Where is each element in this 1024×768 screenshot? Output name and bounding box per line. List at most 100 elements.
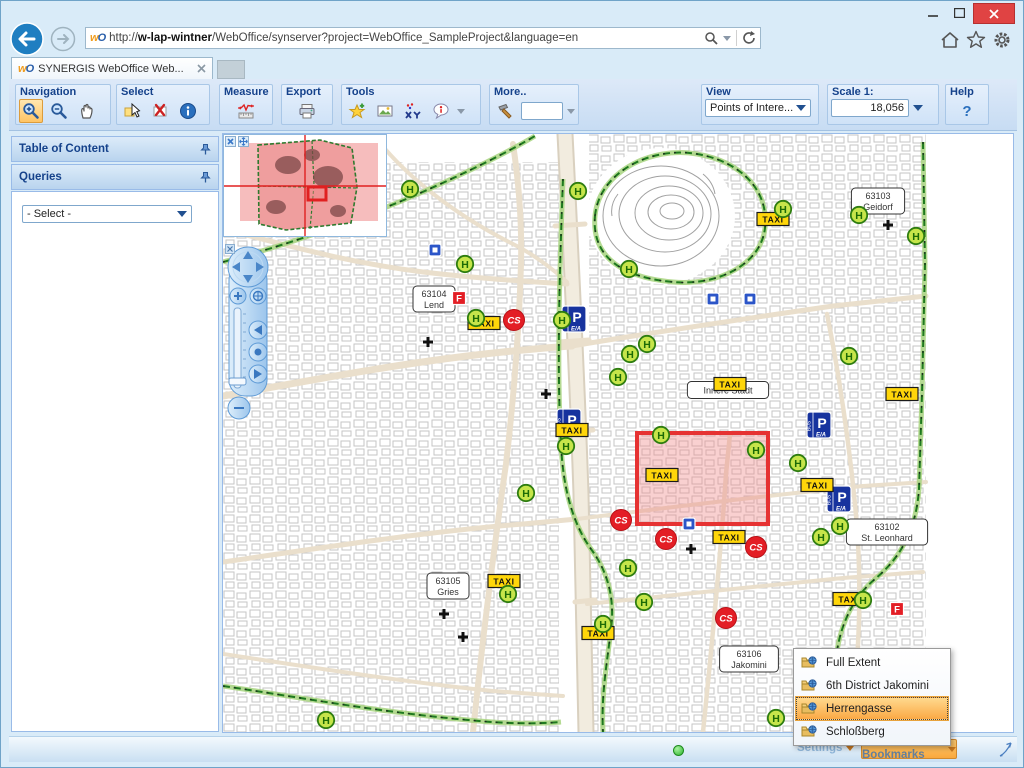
svg-text:H: H (504, 589, 512, 601)
more-combo-caret[interactable] (567, 109, 575, 114)
back-button[interactable] (9, 21, 45, 57)
svg-text:CS: CS (719, 614, 733, 625)
bookmark-item[interactable]: Schloßberg (796, 720, 948, 743)
svg-text:P: P (572, 309, 581, 325)
query-select-caret[interactable] (177, 211, 187, 217)
svg-text:H: H (522, 488, 530, 500)
svg-text:TAXI: TAXI (651, 471, 672, 481)
query-select[interactable]: - Select - (22, 205, 192, 225)
app-toolbar: Navigation Select (9, 79, 1017, 131)
clear-selection-button[interactable] (148, 99, 172, 123)
pin-icon[interactable] (200, 143, 211, 155)
geo-bookmarks-menu: Full Extent 6th District Jakomini Herrenga… (793, 648, 951, 746)
pin-icon[interactable] (200, 171, 211, 183)
zoom-out-button[interactable] (47, 99, 71, 123)
forward-button[interactable] (50, 26, 76, 52)
view-select-value: Points of Intere... (710, 102, 793, 114)
scale-input[interactable]: 18,056 (831, 99, 909, 117)
svg-text:E/A: E/A (571, 327, 581, 333)
maptip-balloon-button[interactable] (429, 99, 453, 123)
maptip-dropdown-caret[interactable] (457, 109, 465, 114)
url-text: http://w-lap-wintner/WebOffice/synserver… (109, 32, 704, 44)
scale-caret[interactable] (913, 105, 923, 111)
svg-text:H: H (845, 351, 853, 363)
bookmark-label: 6th District Jakomini (826, 680, 929, 692)
address-bar[interactable]: wO http://w-lap-wintner/WebOffice/synser… (85, 27, 761, 49)
svg-text:TAXI: TAXI (806, 481, 827, 491)
weboffice-favicon: wO (90, 32, 105, 44)
toc-panel-header[interactable]: Table of Content (11, 136, 219, 162)
svg-text:F: F (456, 294, 462, 305)
svg-text:TAXI: TAXI (561, 426, 582, 436)
settings-gear-icon[interactable] (991, 29, 1013, 51)
overview-move-icon[interactable] (238, 136, 249, 147)
svg-text:H: H (817, 532, 825, 544)
district-label-text: 63105 (435, 576, 460, 586)
district-label-text: Geidorf (863, 202, 893, 212)
redline-pen-icon[interactable] (997, 741, 1015, 759)
toolbar-group-scale: Scale 1: 18,056 (827, 84, 939, 125)
help-button[interactable]: ? (955, 99, 979, 123)
add-bookmark-star-button[interactable] (345, 99, 369, 123)
svg-text:H: H (614, 372, 622, 384)
zoom-slider-track (234, 308, 241, 388)
bookmark-item[interactable]: 6th District Jakomini (796, 674, 948, 697)
view-select[interactable]: Points of Intere... (705, 99, 811, 117)
overview-close-icon[interactable] (225, 136, 236, 147)
bookmark-item[interactable]: Herrengasse (796, 697, 948, 720)
tools-hammer-button[interactable] (493, 99, 517, 123)
queries-panel-header[interactable]: Queries (11, 164, 219, 190)
select-by-rectangle-button[interactable] (120, 99, 144, 123)
svg-text:E/A: E/A (836, 507, 846, 513)
more-combo-field[interactable] (521, 102, 563, 120)
svg-text:BUS: BUS (827, 494, 833, 505)
status-indicator (673, 745, 684, 756)
svg-text:H: H (599, 619, 607, 631)
svg-text:H: H (562, 441, 570, 453)
home-icon[interactable] (939, 29, 961, 51)
pan-hand-button[interactable] (75, 99, 99, 123)
new-tab-button[interactable] (217, 60, 245, 79)
close-button[interactable] (973, 3, 1015, 24)
bookmark-label: Herrengasse (826, 703, 892, 715)
map-canvas[interactable]: 63103Geidorf63104LendInnere Stadt63102St… (222, 133, 1014, 733)
minimize-button[interactable] (921, 3, 945, 22)
toc-title: Table of Content (19, 143, 109, 155)
search-icon[interactable] (704, 31, 718, 45)
maximize-button[interactable] (947, 3, 971, 22)
print-button[interactable] (295, 99, 319, 123)
district-label-text: 63106 (736, 649, 761, 659)
measure-button[interactable] (234, 99, 258, 123)
pan-zoom-control[interactable] (225, 244, 271, 422)
overview-map[interactable] (223, 134, 387, 237)
svg-text:TAXI: TAXI (891, 390, 912, 400)
refresh-icon[interactable] (742, 31, 756, 45)
bookmark-item[interactable]: Full Extent (796, 651, 948, 674)
svg-text:CS: CS (614, 516, 628, 527)
zoom-in-button[interactable] (19, 99, 43, 123)
toolbar-group-measure: Measure (219, 84, 273, 125)
toolbar-group-navigation: Navigation (15, 84, 111, 125)
favorites-star-icon[interactable] (965, 29, 987, 51)
svg-text:H: H (657, 430, 665, 442)
zoom-slider-handle (229, 378, 246, 385)
search-dropdown-caret[interactable] (723, 36, 731, 41)
district-label-text: 63104 (421, 289, 446, 299)
geo-bookmark-folder-icon (800, 656, 818, 669)
parking-garage-glyph (687, 522, 692, 527)
group-label-tools: Tools (342, 85, 480, 99)
identify-info-button[interactable] (176, 99, 200, 123)
bookmark-label: Full Extent (826, 657, 880, 669)
export-image-button[interactable] (373, 99, 397, 123)
svg-text:CS: CS (507, 316, 521, 327)
group-label-scale: Scale 1: (828, 85, 938, 99)
view-select-caret[interactable] (796, 105, 806, 111)
svg-text:H: H (322, 715, 330, 727)
group-label-export: Export (282, 85, 332, 99)
geo-bookmark-folder-icon (800, 725, 818, 738)
tab-close-icon[interactable] (197, 64, 206, 73)
browser-tab[interactable]: wO SYNERGIS WebOffice Web... (11, 57, 213, 79)
xy-coordinates-button[interactable] (401, 99, 425, 123)
toolbar-group-help: Help ? (945, 84, 989, 125)
queries-title: Queries (19, 171, 62, 183)
